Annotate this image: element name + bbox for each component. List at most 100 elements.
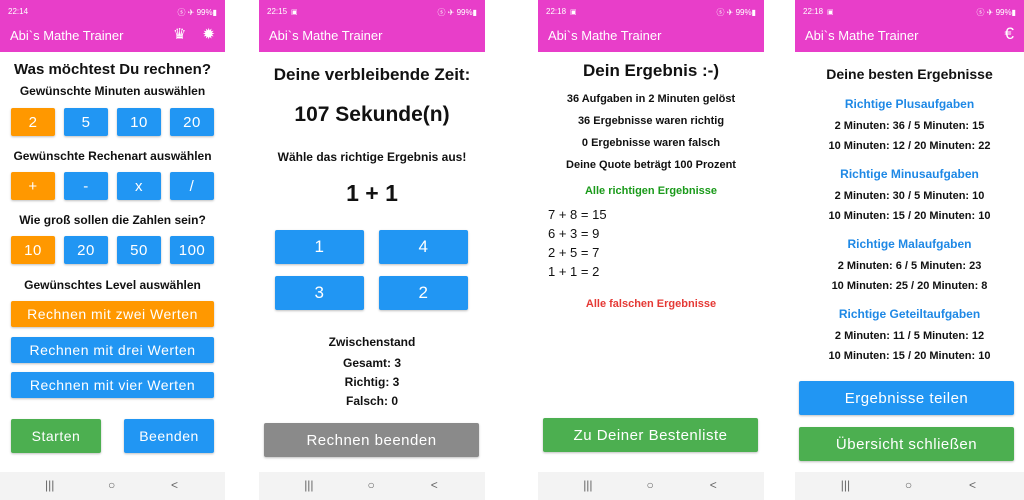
image-notification-icon: ▣ [827,9,834,16]
back-icon[interactable]: < [710,478,717,492]
correct-equation: 1 + 1 = 2 [548,264,600,279]
remaining-time-label: Deine verbleibende Zeit: [273,65,471,84]
question-title: Was möchtest Du rechnen? [14,61,211,78]
share-results-button[interactable]: Ergebnisse teilen [799,381,1014,415]
result-line-correct: 36 Ergebnisse waren richtig [577,115,725,127]
section-plus-row2: 10 Minuten: 12 / 20 Minuten: 22 [828,140,991,152]
start-button[interactable]: Starten [11,419,101,453]
app-title: Abi`s Mathe Trainer [548,28,662,43]
math-task: 1 + 1 [346,180,398,206]
section-title-minus: Richtige Minusaufgaben [840,167,979,181]
home-icon[interactable]: ○ [646,478,653,492]
status-bar: 22:18 ▣ ⓢ ✈ 99%▮ [546,7,756,19]
operation-divide-button[interactable]: / [170,172,214,200]
screen-result: 22:18 ▣ ⓢ ✈ 99%▮ Abi`s Mathe Trainer Dei… [538,0,764,500]
correct-results-title: Alle richtigen Ergebnisse [584,185,718,197]
status-time: 22:18 [803,7,824,16]
home-icon[interactable]: ○ [367,478,374,492]
section-divide-row2: 10 Minuten: 15 / 20 Minuten: 10 [828,350,991,362]
image-notification-icon: ▣ [570,9,577,16]
level-three-values-button[interactable]: Rechnen mit drei Werten [11,337,214,363]
system-nav-bar: ||| ○ < [0,472,225,500]
app-bar: 22:15 ▣ ⓢ ✈ 99%▮ Abi`s Mathe Trainer [259,0,485,52]
home-icon[interactable]: ○ [108,478,115,492]
recents-icon[interactable]: ||| [45,478,54,492]
app-bar: 22:18 ▣ ⓢ ✈ 99%▮ Abi`s Mathe Trainer [538,0,764,52]
section-multiply-row1: 2 Minuten: 6 / 5 Minuten: 23 [837,260,982,272]
recents-icon[interactable]: ||| [304,478,313,492]
recents-icon[interactable]: ||| [583,478,592,492]
euro-icon[interactable]: € [1005,24,1014,43]
section-title-divide: Richtige Geteiltaufgaben [838,307,981,321]
operation-multiply-button[interactable]: x [117,172,161,200]
result-title: Dein Ergebnis :-) [582,61,719,80]
correct-equation: 2 + 5 = 7 [548,245,600,260]
level-four-values-button[interactable]: Rechnen mit vier Werten [11,372,214,398]
system-nav-bar: ||| ○ < [259,472,485,500]
home-icon[interactable]: ○ [905,478,912,492]
correct-equation: 6 + 3 = 9 [548,226,600,241]
wrong-results-title: Alle falschen Ergebnisse [585,298,717,310]
size-option-10[interactable]: 10 [11,236,55,264]
to-leaderboard-button[interactable]: Zu Deiner Bestenliste [543,418,758,452]
level-label: Gewünschtes Level auswählen [24,278,201,292]
status-time: 22:14 [8,7,29,16]
section-minus-row2: 10 Minuten: 15 / 20 Minuten: 10 [828,210,991,222]
screen-quiz: 22:15 ▣ ⓢ ✈ 99%▮ Abi`s Mathe Trainer Dei… [259,0,485,500]
level-two-values-button[interactable]: Rechnen mit zwei Werten [11,301,214,327]
size-option-50[interactable]: 50 [117,236,161,264]
minutes-option-5[interactable]: 5 [64,108,108,136]
system-nav-bar: ||| ○ < [538,472,764,500]
instruction-text: Wähle das richtige Ergebnis aus! [277,150,467,164]
status-bar: 22:18 ▣ ⓢ ✈ 99%▮ [803,7,1016,19]
app-title: Abi`s Mathe Trainer [269,28,383,43]
section-multiply-row2: 10 Minuten: 25 / 20 Minuten: 8 [831,280,988,292]
status-indicators: ⓢ ✈ 99%▮ [437,8,477,17]
size-option-20[interactable]: 20 [64,236,108,264]
score-wrong: Falsch: 0 [345,394,399,408]
remaining-seconds: 107 Sekunde(n) [294,103,450,126]
result-line-quote: Deine Quote beträgt 100 Prozent [566,159,736,171]
section-plus-row1: 2 Minuten: 36 / 5 Minuten: 15 [834,120,985,132]
screen-settings: 22:14 ⓢ ✈ 99%▮ Abi`s Mathe Trainer ♛ ✹ Wa… [0,0,225,500]
size-option-100[interactable]: 100 [170,236,214,264]
result-line-wrong: 0 Ergebnisse waren falsch [581,137,721,149]
score-title: Zwischenstand [328,335,416,349]
finish-calculating-button[interactable]: Rechnen beenden [264,423,479,457]
back-icon[interactable]: < [431,478,438,492]
score-correct: Richtig: 3 [344,375,400,389]
best-results-title: Deine besten Ergebnisse [826,66,993,82]
status-time: 22:15 [267,7,288,16]
app-title: Abi`s Mathe Trainer [10,28,124,43]
operation-minus-button[interactable]: - [64,172,108,200]
minutes-option-2[interactable]: 2 [11,108,55,136]
answer-button-1[interactable]: 1 [275,230,364,264]
gear-icon[interactable]: ✹ [202,26,215,43]
screen-best-results: 22:18 ▣ ⓢ ✈ 99%▮ Abi`s Mathe Trainer € D… [795,0,1024,500]
app-bar: 22:18 ▣ ⓢ ✈ 99%▮ Abi`s Mathe Trainer € [795,0,1024,52]
crown-icon[interactable]: ♛ [173,26,186,43]
section-divide-row1: 2 Minuten: 11 / 5 Minuten: 12 [834,330,985,342]
answer-button-2[interactable]: 4 [379,230,468,264]
answer-button-4[interactable]: 2 [379,276,468,310]
minutes-label: Gewünschte Minuten auswählen [19,84,206,98]
number-size-label: Wie groß sollen die Zahlen sein? [19,213,206,227]
correct-equation: 7 + 8 = 15 [548,207,607,222]
recents-icon[interactable]: ||| [841,478,850,492]
operation-label: Gewünschte Rechenart auswählen [13,149,212,163]
operation-plus-button[interactable]: + [11,172,55,200]
app-title: Abi`s Mathe Trainer [805,28,919,43]
back-icon[interactable]: < [171,478,178,492]
answer-button-3[interactable]: 3 [275,276,364,310]
close-overview-button[interactable]: Übersicht schließen [799,427,1014,461]
system-nav-bar: ||| ○ < [795,472,1024,500]
status-time: 22:18 [546,7,567,16]
image-notification-icon: ▣ [291,9,298,16]
minutes-option-10[interactable]: 10 [117,108,161,136]
back-icon[interactable]: < [969,478,976,492]
status-indicators: ⓢ ✈ 99%▮ [716,8,756,17]
section-title-multiply: Richtige Malaufgaben [847,237,972,251]
minutes-option-20[interactable]: 20 [170,108,214,136]
section-minus-row1: 2 Minuten: 30 / 5 Minuten: 10 [834,190,985,202]
end-button[interactable]: Beenden [124,419,214,453]
